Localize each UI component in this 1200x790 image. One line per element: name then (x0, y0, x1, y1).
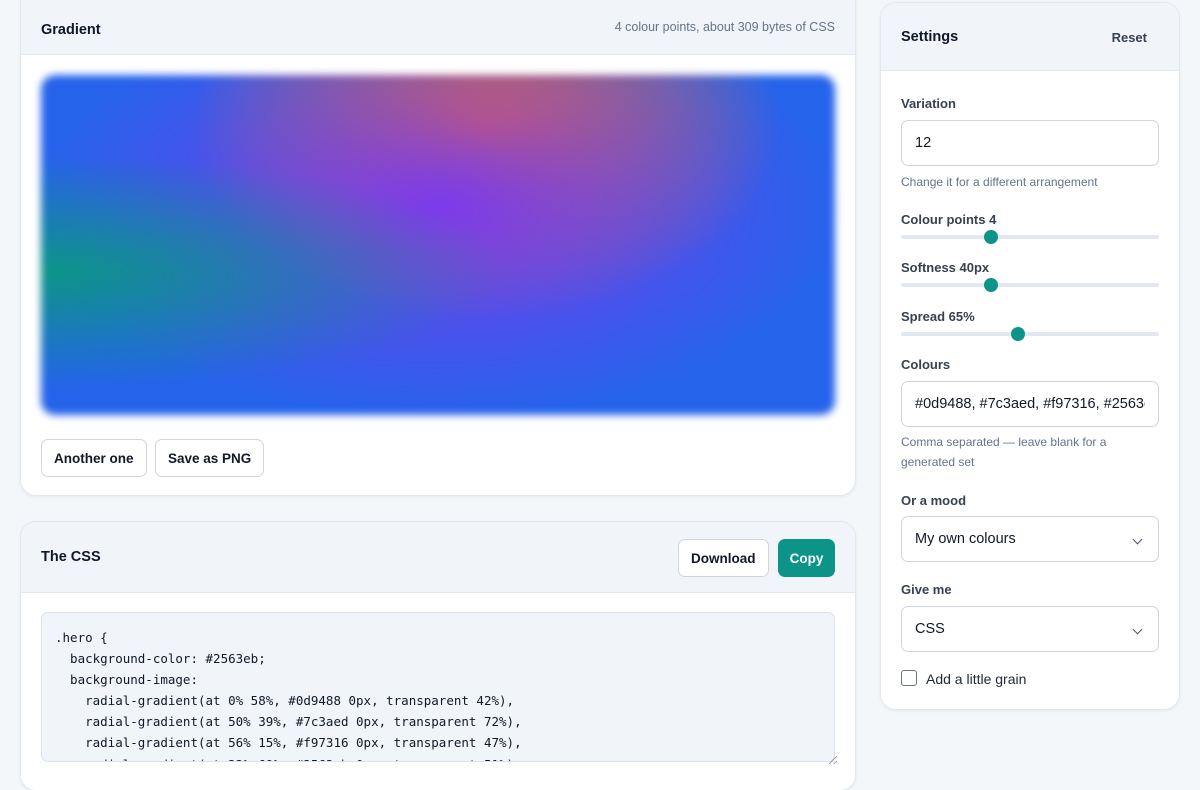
mood-selected-value: My own colours (915, 531, 1016, 547)
grain-label: Add a little grain (926, 671, 1027, 687)
download-button[interactable]: Download (678, 539, 769, 577)
gradient-preview (41, 75, 835, 415)
spread-label: Spread 65% (901, 309, 975, 324)
mood-select[interactable]: My own colours (901, 516, 1159, 562)
variation-hint: Change it for a different arrangement (901, 175, 1098, 189)
slider-track (901, 283, 1159, 287)
colour-points-label: Colour points 4 (901, 212, 997, 227)
slider-thumb[interactable] (1011, 327, 1026, 341)
slider-thumb[interactable] (984, 278, 999, 292)
slider-track (901, 332, 1159, 336)
chevron-down-icon (1132, 624, 1143, 635)
spread-slider[interactable] (901, 327, 1159, 341)
colour-points-slider[interactable] (901, 230, 1159, 244)
another-one-button[interactable]: Another one (41, 439, 147, 477)
css-code-output[interactable]: .hero { background-color: #2563eb; backg… (41, 612, 835, 762)
css-panel-title: The CSS (41, 549, 101, 565)
softness-label: Softness 40px (901, 260, 990, 275)
settings-title: Settings (901, 29, 959, 45)
chevron-down-icon (1132, 534, 1143, 545)
css-panel: The CSS Download Copy .hero { background… (20, 521, 856, 790)
slider-track (901, 235, 1159, 239)
resize-handle-icon[interactable] (829, 756, 837, 764)
save-png-button[interactable]: Save as PNG (155, 439, 265, 477)
variation-label: Variation (901, 96, 956, 111)
gradient-panel-header: Gradient 4 colour points, about 309 byte… (21, 0, 855, 55)
reset-button[interactable]: Reset (1112, 30, 1147, 45)
gradient-panel-title: Gradient (41, 22, 101, 38)
gradient-panel: Gradient 4 colour points, about 309 byte… (20, 0, 856, 496)
slider-thumb[interactable] (984, 230, 999, 244)
settings-panel-header: Settings Reset (881, 3, 1179, 71)
css-panel-header: The CSS Download Copy (21, 522, 855, 593)
mood-label: Or a mood (901, 493, 967, 508)
colours-label: Colours (901, 357, 951, 372)
output-label: Give me (901, 582, 952, 597)
colours-hint: Comma separated — leave blank for a gene… (901, 435, 1107, 469)
variation-input[interactable] (901, 120, 1159, 166)
copy-button[interactable]: Copy (778, 539, 835, 577)
output-format-select[interactable]: CSS (901, 606, 1159, 652)
colours-input[interactable] (901, 381, 1159, 427)
settings-panel: Settings Reset Variation Change it for a… (880, 2, 1180, 710)
gradient-meta: 4 colour points, about 309 bytes of CSS (614, 20, 835, 34)
output-selected-value: CSS (915, 621, 945, 637)
grain-checkbox[interactable] (901, 670, 917, 686)
softness-slider[interactable] (901, 278, 1159, 292)
